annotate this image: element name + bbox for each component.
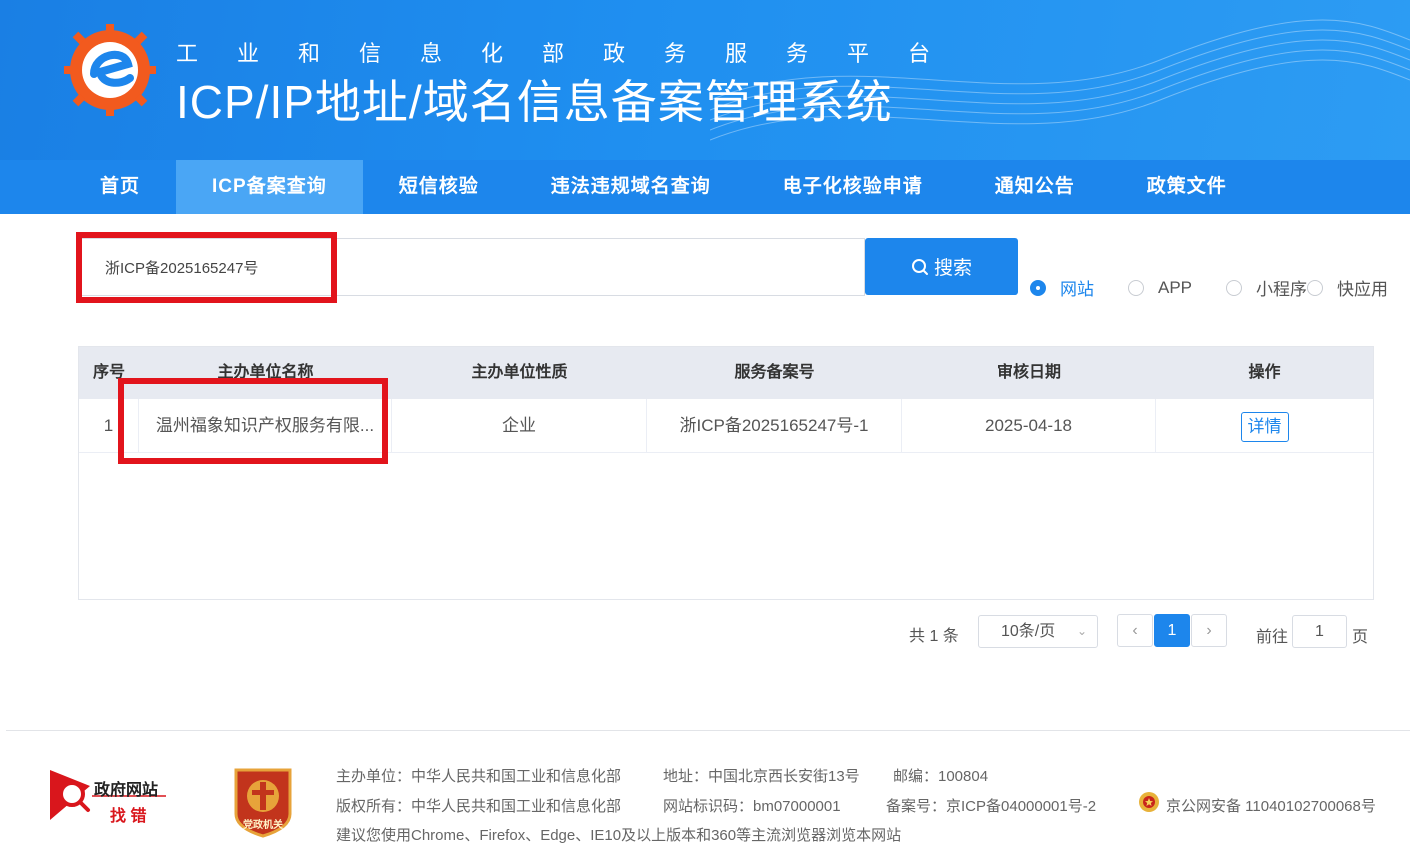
footer-divider (6, 730, 1410, 731)
radio-label: 快应用 (1337, 280, 1389, 299)
radio-dot (1307, 279, 1324, 296)
search-icon (911, 258, 928, 275)
page-number-button[interactable]: 1 (1154, 614, 1190, 647)
prev-page-button[interactable]: ‹ (1117, 614, 1153, 647)
nav-item-sms-verify[interactable]: 短信核验 (363, 160, 515, 214)
gov-logo-line2: 找 错 (110, 808, 147, 825)
nav-item-e-verify[interactable]: 电子化核验申请 (747, 160, 959, 214)
radio-dot (1128, 279, 1144, 296)
page-suffix: 页 (1352, 629, 1369, 646)
search-button-label: 搜索 (933, 258, 972, 279)
radio-label: APP (1158, 277, 1193, 297)
search-input[interactable] (79, 239, 864, 295)
radio-app[interactable]: APP (1128, 278, 1192, 298)
page-size-value: 10条/页 (1001, 623, 1056, 640)
cell-name: 温州福象知识产权服务有限... (139, 399, 392, 453)
goto-page-input[interactable] (1292, 615, 1347, 648)
footer-host: 主办单位：中华人民共和国工业和信息化部 (336, 768, 622, 785)
col-header-date: 审核日期 (996, 364, 1061, 381)
party-gov-logo[interactable]: 党政机关 (230, 766, 296, 838)
pagination-total: 共 1 条 (909, 628, 959, 645)
cell-record-no: 浙ICP备2025165247号-1 (647, 399, 902, 453)
footer-site-id: 网站标识码：bm07000001 (663, 798, 841, 815)
radio-website[interactable]: 网站 (1030, 275, 1094, 300)
platform-subtitle: 工业和信息化部政务服务平台 (176, 41, 970, 66)
col-header-action: 操作 (1248, 364, 1281, 381)
cell-index: 1 (79, 399, 139, 453)
page-size-select[interactable]: 10条/页 ⌄ (978, 615, 1098, 648)
radio-label: 小程序 (1256, 280, 1308, 299)
footer-postcode: 邮编：100804 (893, 768, 989, 785)
footer-icp-record[interactable]: 备案号：京ICP备04000001号-2 (886, 795, 1096, 816)
search-button[interactable]: 搜索 (865, 238, 1018, 295)
footer-address: 地址：中国北京西长安街13号 (663, 768, 860, 785)
nav-item-policies[interactable]: 政策文件 (1111, 160, 1263, 214)
gov-site-error-logo[interactable]: 政府网站 找 错 (50, 766, 170, 825)
col-header-name: 主办单位名称 (217, 364, 314, 381)
next-page-button[interactable]: › (1191, 614, 1227, 647)
party-logo-text: 党政机关 (243, 820, 283, 831)
col-header-record-no: 服务备案号 (734, 364, 815, 381)
police-badge-icon (1139, 792, 1159, 812)
radio-dot (1226, 279, 1243, 296)
nav-item-illegal-domain[interactable]: 违法违规域名查询 (515, 160, 747, 214)
radio-quick-app[interactable]: 快应用 (1307, 275, 1388, 300)
col-header-nature: 主办单位性质 (471, 364, 568, 381)
main-nav: 首页 ICP备案查询 短信核验 违法违规域名查询 电子化核验申请 通知公告 政策… (0, 160, 1410, 214)
radio-mini-program[interactable]: 小程序 (1226, 275, 1307, 300)
radio-label: 网站 (1060, 280, 1094, 299)
footer-police-record[interactable]: 京公网安备 11040102700068号 (1166, 795, 1376, 816)
detail-button[interactable]: 详情 (1240, 411, 1289, 442)
cell-nature: 企业 (392, 399, 647, 453)
results-table: 序号 主办单位名称 主办单位性质 服务备案号 审核日期 操作 1 温州福象知识产… (78, 346, 1374, 600)
nav-item-icp-query[interactable]: ICP备案查询 (176, 160, 363, 214)
col-header-index: 序号 (92, 364, 125, 381)
cell-action: 详情 (1156, 399, 1373, 453)
system-title: ICP/IP地址/域名信息备案管理系统 (176, 76, 893, 128)
site-header: 工业和信息化部政务服务平台 ICP/IP地址/域名信息备案管理系统 (0, 0, 1410, 160)
goto-label: 前往 (1256, 629, 1289, 646)
footer-copyright: 版权所有：中华人民共和国工业和信息化部 (336, 798, 622, 815)
type-radio-group: 网站 APP 小程序 快应用 (1030, 275, 1402, 300)
radio-dot (1030, 279, 1046, 296)
footer-browser-tip: 建议您使用Chrome、Firefox、Edge、IE10及以上版本和360等主… (336, 827, 902, 844)
chevron-down-icon: ⌄ (1076, 624, 1087, 638)
gov-logo-line1: 政府网站 (94, 782, 159, 799)
search-box (78, 238, 865, 296)
nav-item-home[interactable]: 首页 (64, 160, 176, 214)
miit-logo-icon (64, 24, 156, 116)
table-row: 1 温州福象知识产权服务有限... 企业 浙ICP备2025165247号-1 … (79, 399, 1373, 453)
cell-date: 2025-04-18 (902, 399, 1156, 453)
nav-item-notices[interactable]: 通知公告 (959, 160, 1111, 214)
table-header: 序号 主办单位名称 主办单位性质 服务备案号 审核日期 操作 (79, 347, 1373, 399)
